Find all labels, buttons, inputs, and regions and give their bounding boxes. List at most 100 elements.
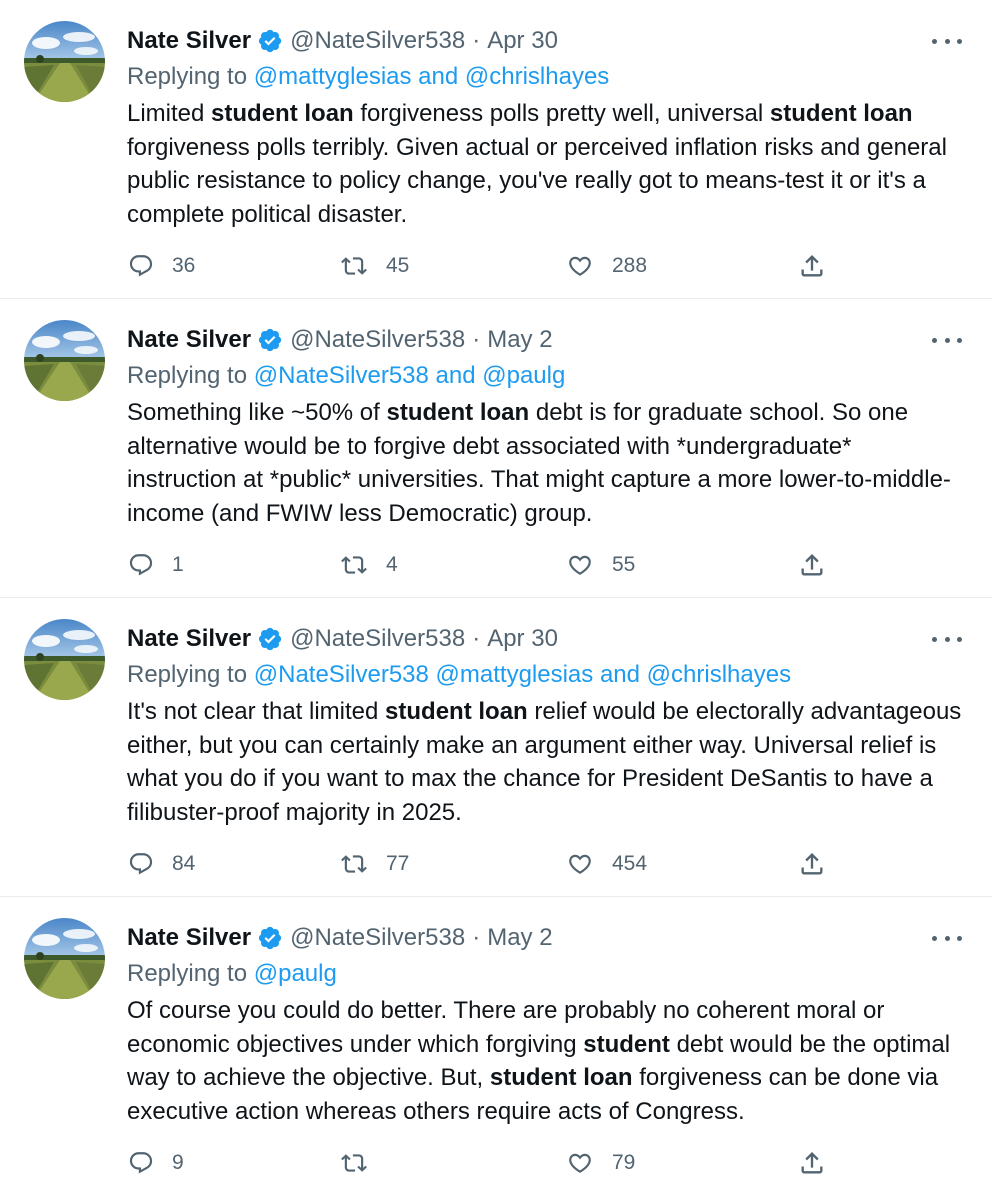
- like-icon: [569, 854, 591, 874]
- reply-icon: [129, 853, 153, 875]
- replying-to-line: Replying to @paulg: [127, 957, 337, 991]
- tweet-date[interactable]: May 2: [487, 326, 552, 354]
- like-icon: [569, 1153, 591, 1173]
- replying-to-mentions[interactable]: @mattyglesias and @chrislhayes: [254, 63, 610, 90]
- author-handle[interactable]: @NateSilver538: [290, 326, 465, 354]
- author-handle[interactable]: @NateSilver538: [290, 27, 465, 55]
- reply-icon: [129, 1152, 153, 1174]
- reply-count: 84: [172, 852, 196, 875]
- tweet-text-segment: Limited: [127, 100, 212, 127]
- share-button[interactable]: [798, 844, 826, 884]
- like-button[interactable]: 288: [566, 246, 647, 286]
- tweet-header: Nate Silver @NateSilver538 · Apr 30: [127, 22, 558, 60]
- separator-dot: ·: [472, 326, 481, 353]
- tweet-header: Nate Silver @NateSilver538 · May 2: [127, 321, 553, 359]
- tweet-text-segment: forgiveness polls pretty well, universal: [353, 100, 770, 127]
- retweet-icon: [341, 257, 367, 275]
- verified-badge-icon: [257, 925, 283, 951]
- more-options-icon[interactable]: [932, 628, 962, 650]
- more-options-icon[interactable]: [932, 927, 962, 949]
- tweet-date[interactable]: Apr 30: [487, 625, 558, 653]
- reply-button[interactable]: 84: [128, 844, 195, 884]
- highlighted-keyword: student loan: [211, 100, 354, 127]
- avatar[interactable]: [24, 320, 105, 401]
- replying-to-line: Replying to @mattyglesias and @chrislhay…: [127, 60, 609, 94]
- tweet-date[interactable]: May 2: [487, 924, 552, 952]
- tweet[interactable]: Nate Silver @NateSilver538 · May 2 Reply…: [0, 897, 992, 1196]
- like-count: 79: [612, 1151, 636, 1174]
- verified-badge-icon: [257, 327, 283, 353]
- replying-to-label: Replying to: [127, 661, 248, 688]
- retweet-button[interactable]: 77: [340, 844, 409, 884]
- share-icon: [801, 853, 823, 875]
- retweet-button[interactable]: 4: [340, 545, 398, 585]
- highlighted-keyword: student loan: [386, 399, 530, 426]
- retweet-count: 45: [386, 254, 410, 277]
- author-handle[interactable]: @NateSilver538: [290, 625, 465, 653]
- tweet[interactable]: Nate Silver @NateSilver538 · Apr 30 Repl…: [0, 0, 992, 299]
- author-name[interactable]: Nate Silver: [127, 924, 251, 952]
- like-button[interactable]: 55: [566, 545, 635, 585]
- like-icon: [569, 256, 591, 276]
- share-icon: [801, 1152, 823, 1174]
- author-name[interactable]: Nate Silver: [127, 625, 251, 653]
- reply-icon: [129, 554, 153, 576]
- verified-badge-icon: [257, 626, 283, 652]
- highlighted-keyword: student loan: [489, 1064, 633, 1091]
- retweet-button[interactable]: 45: [340, 246, 409, 286]
- like-count: 55: [612, 553, 636, 576]
- replying-to-line: Replying to @NateSilver538 and @paulg: [127, 359, 565, 393]
- reply-button[interactable]: 9: [128, 1143, 184, 1183]
- tweet-text: Something like ~50% of student loan debt…: [127, 396, 967, 530]
- like-button[interactable]: 79: [566, 1143, 635, 1183]
- share-button[interactable]: [798, 1143, 826, 1183]
- separator-dot: ·: [472, 625, 481, 652]
- verified-badge-icon: [257, 28, 283, 54]
- tweet-actions: 36 45 288: [128, 246, 828, 286]
- replying-to-mentions[interactable]: @NateSilver538 and @paulg: [254, 362, 566, 389]
- tweet-text: Limited student loan forgiveness polls p…: [127, 97, 967, 231]
- highlighted-keyword: student loan: [769, 100, 913, 127]
- retweet-icon: [341, 556, 367, 574]
- separator-dot: ·: [472, 924, 481, 951]
- retweet-button[interactable]: [340, 1143, 386, 1183]
- replying-to-mentions[interactable]: @paulg: [254, 960, 337, 987]
- replying-to-line: Replying to @NateSilver538 @mattyglesias…: [127, 658, 791, 692]
- retweet-icon: [341, 855, 367, 873]
- tweet-actions: 1 4 55: [128, 545, 828, 585]
- avatar[interactable]: [24, 619, 105, 700]
- author-name[interactable]: Nate Silver: [127, 326, 251, 354]
- reply-count: 36: [172, 254, 196, 277]
- tweet[interactable]: Nate Silver @NateSilver538 · Apr 30 Repl…: [0, 598, 992, 897]
- reply-icon: [129, 255, 153, 277]
- more-options-icon[interactable]: [932, 329, 962, 351]
- share-icon: [801, 554, 823, 576]
- separator-dot: ·: [472, 27, 481, 54]
- highlighted-keyword: student: [583, 1030, 670, 1058]
- tweet-text-segment: It's not clear that limited: [127, 698, 386, 725]
- share-button[interactable]: [798, 545, 826, 585]
- author-name[interactable]: Nate Silver: [127, 27, 251, 55]
- reply-button[interactable]: 1: [128, 545, 184, 585]
- like-count: 454: [612, 852, 648, 875]
- retweet-count: 77: [386, 852, 410, 875]
- tweet[interactable]: Nate Silver @NateSilver538 · May 2 Reply…: [0, 299, 992, 598]
- author-handle[interactable]: @NateSilver538: [290, 924, 465, 952]
- avatar[interactable]: [24, 21, 105, 102]
- tweet-text-segment: Something like ~50% of: [127, 399, 387, 426]
- avatar[interactable]: [24, 918, 105, 999]
- tweet-text: It's not clear that limited student loan…: [127, 695, 967, 829]
- more-options-icon[interactable]: [932, 30, 962, 52]
- tweet-header: Nate Silver @NateSilver538 · May 2: [127, 919, 553, 957]
- tweet-date[interactable]: Apr 30: [487, 27, 558, 55]
- replying-to-label: Replying to: [127, 960, 248, 987]
- replying-to-mentions[interactable]: @NateSilver538 @mattyglesias and @chrisl…: [254, 661, 791, 688]
- like-button[interactable]: 454: [566, 844, 647, 884]
- tweet-actions: 9 79: [128, 1143, 828, 1183]
- like-count: 288: [612, 254, 648, 277]
- share-button[interactable]: [798, 246, 826, 286]
- reply-button[interactable]: 36: [128, 246, 195, 286]
- tweet-actions: 84 77 454: [128, 844, 828, 884]
- tweet-text: Of course you could do better. There are…: [127, 994, 967, 1128]
- reply-count: 9: [172, 1151, 184, 1174]
